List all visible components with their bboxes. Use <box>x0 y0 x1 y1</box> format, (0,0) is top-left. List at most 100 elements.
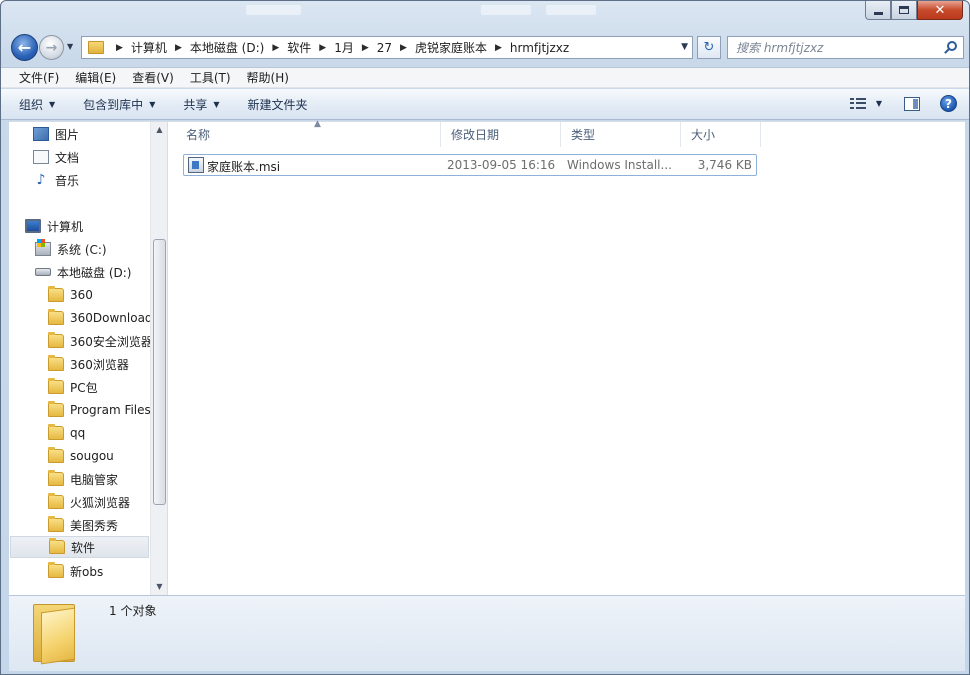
view-dropdown-arrow-icon[interactable]: ▼ <box>876 99 882 108</box>
file-name: 家庭账本.msi <box>207 160 281 174</box>
scroll-down-arrow-icon[interactable]: ▼ <box>151 579 167 595</box>
share-button[interactable]: 共享 ▼ <box>183 96 219 113</box>
navigation-pane: 图片 文档 ♪ 音乐 计算机 系统 (C:) 本地磁盘 (D:) 360 360… <box>9 122 167 595</box>
organize-button[interactable]: 组织 ▼ <box>19 96 55 113</box>
folder-icon <box>48 309 64 325</box>
preview-pane-icon[interactable] <box>904 96 920 111</box>
music-icon: ♪ <box>36 172 46 188</box>
nav-item-computer[interactable]: 计算机 <box>13 215 155 237</box>
nav-folder-360-browser[interactable]: 360浏览器 <box>36 353 167 375</box>
msi-installer-icon <box>188 157 204 173</box>
command-bar: 组织 ▼ 包含到库中 ▼ 共享 ▼ 新建文件夹 ▼ ? <box>1 89 969 120</box>
computer-icon <box>25 219 41 233</box>
column-header-label: 大小 <box>691 128 716 142</box>
breadcrumb-chevron-icon[interactable]: ▶ <box>272 43 279 53</box>
file-type: Windows Install... <box>567 158 672 172</box>
nav-item-pictures[interactable]: 图片 <box>21 123 163 145</box>
address-dropdown-icon[interactable]: ▼ <box>681 42 688 52</box>
command-bar-right: ▼ ? <box>849 95 957 112</box>
breadcrumb-chevron-icon[interactable]: ▶ <box>116 43 123 53</box>
folder-icon <box>48 332 64 348</box>
breadcrumb-item[interactable]: 27 <box>377 41 392 55</box>
folder-icon <box>48 401 64 417</box>
menu-tools[interactable]: 工具(T) <box>182 68 239 87</box>
close-button[interactable]: ✕ <box>917 1 963 20</box>
nav-item-system-drive[interactable]: 系统 (C:) <box>23 238 165 260</box>
nav-folder-360[interactable]: 360 <box>36 284 167 306</box>
nav-folder-program-files[interactable]: Program Files <box>36 399 167 421</box>
forward-arrow-icon: → <box>45 39 58 56</box>
breadcrumb-item[interactable]: 软件 <box>287 39 311 56</box>
nav-item-music[interactable]: ♪ 音乐 <box>21 169 163 191</box>
details-pane: 1 个对象 <box>9 595 965 671</box>
nav-folder-sougou[interactable]: sougou <box>36 445 167 467</box>
address-bar[interactable]: ▶ 计算机 ▶ 本地磁盘 (D:) ▶ 软件 ▶ 1月 ▶ 27 ▶ 虎锐家庭账… <box>81 36 693 59</box>
sort-ascending-icon: ▲ <box>314 119 321 129</box>
back-button[interactable]: ← <box>11 34 38 61</box>
breadcrumb-item[interactable]: 本地磁盘 (D:) <box>190 39 264 56</box>
nav-folder-360downloads[interactable]: 360Downloads <box>36 307 167 329</box>
file-row[interactable]: 家庭账本.msi 2013-09-05 16:16 Windows Instal… <box>183 154 757 176</box>
nav-folder-meitu[interactable]: 美图秀秀 <box>36 514 167 536</box>
forward-button[interactable]: → <box>39 35 64 60</box>
back-arrow-icon: ← <box>17 38 32 57</box>
maximize-button[interactable] <box>891 1 917 20</box>
background-ghost <box>481 5 531 15</box>
nav-item-label: 本地磁盘 (D:) <box>57 265 132 280</box>
item-count: 1 个对象 <box>109 604 157 618</box>
breadcrumb-chevron-icon[interactable]: ▶ <box>319 43 326 53</box>
search-placeholder: 搜索 hrmfjtjzxz <box>736 41 824 55</box>
folder-icon <box>88 41 104 54</box>
breadcrumb-item[interactable]: 虎锐家庭账本 <box>415 39 487 56</box>
nav-item-label: 软件 <box>71 540 96 555</box>
nav-item-label: 火狐浏览器 <box>70 495 131 510</box>
breadcrumb-item[interactable]: 1月 <box>334 39 354 56</box>
breadcrumb-chevron-icon[interactable]: ▶ <box>495 43 502 53</box>
nav-item-label: 图片 <box>55 127 80 142</box>
help-icon[interactable]: ? <box>940 95 957 112</box>
nav-folder-software[interactable]: 软件 <box>10 536 149 558</box>
breadcrumb-chevron-icon[interactable]: ▶ <box>400 43 407 53</box>
menu-edit[interactable]: 编辑(E) <box>67 68 124 87</box>
breadcrumb-item[interactable]: 计算机 <box>131 39 167 56</box>
folder-icon <box>48 286 64 302</box>
file-modified: 2013-09-05 16:16 <box>447 158 556 172</box>
nav-item-label: 计算机 <box>47 219 84 234</box>
column-header-label: 修改日期 <box>451 128 500 142</box>
nav-folder-new-obs[interactable]: 新obs <box>36 560 167 582</box>
breadcrumb-item[interactable]: hrmfjtjzxz <box>510 41 569 55</box>
menu-view[interactable]: 查看(V) <box>124 68 182 87</box>
search-input[interactable]: 搜索 hrmfjtjzxz <box>727 36 964 59</box>
change-view-icon[interactable] <box>849 97 866 110</box>
nav-item-documents[interactable]: 文档 <box>21 146 163 168</box>
column-header-size[interactable]: 大小 <box>681 122 761 147</box>
menu-file[interactable]: 文件(F) <box>11 68 67 87</box>
recent-pages-dropdown[interactable]: ▼ <box>67 42 76 51</box>
scroll-up-arrow-icon[interactable]: ▲ <box>151 122 167 138</box>
breadcrumb-chevron-icon[interactable]: ▶ <box>175 43 182 53</box>
nav-folder-360-secure-browser[interactable]: 360安全浏览器 <box>36 330 167 352</box>
nav-scrollbar[interactable]: ▲ ▼ <box>150 122 167 595</box>
nav-folder-pc-bao[interactable]: PC包 <box>36 376 167 398</box>
nav-folder-qq[interactable]: qq <box>36 422 167 444</box>
minimize-button[interactable] <box>865 1 891 20</box>
menu-help[interactable]: 帮助(H) <box>239 68 297 87</box>
breadcrumb-chevron-icon[interactable]: ▶ <box>362 43 369 53</box>
scroll-thumb[interactable] <box>153 239 166 505</box>
include-in-library-button[interactable]: 包含到库中 ▼ <box>83 96 155 113</box>
refresh-button[interactable]: ↻ <box>697 36 721 59</box>
column-header-name[interactable]: 名称 ▲ <box>176 119 441 147</box>
search-icon[interactable] <box>943 38 963 58</box>
nav-item-label: 360安全浏览器 <box>70 334 153 349</box>
folder-large-icon <box>33 600 77 665</box>
nav-item-local-disk-d[interactable]: 本地磁盘 (D:) <box>23 261 165 283</box>
column-header-type[interactable]: 类型 <box>561 122 681 147</box>
new-folder-button[interactable]: 新建文件夹 <box>248 96 308 113</box>
folder-icon <box>48 562 64 578</box>
nav-folder-firefox[interactable]: 火狐浏览器 <box>36 491 167 513</box>
nav-item-label: Program Files <box>70 403 151 417</box>
nav-item-label: 360 <box>70 288 93 302</box>
nav-folder-pc-manager[interactable]: 电脑管家 <box>36 468 167 490</box>
background-ghost <box>246 5 301 15</box>
column-header-modified[interactable]: 修改日期 <box>441 122 561 147</box>
